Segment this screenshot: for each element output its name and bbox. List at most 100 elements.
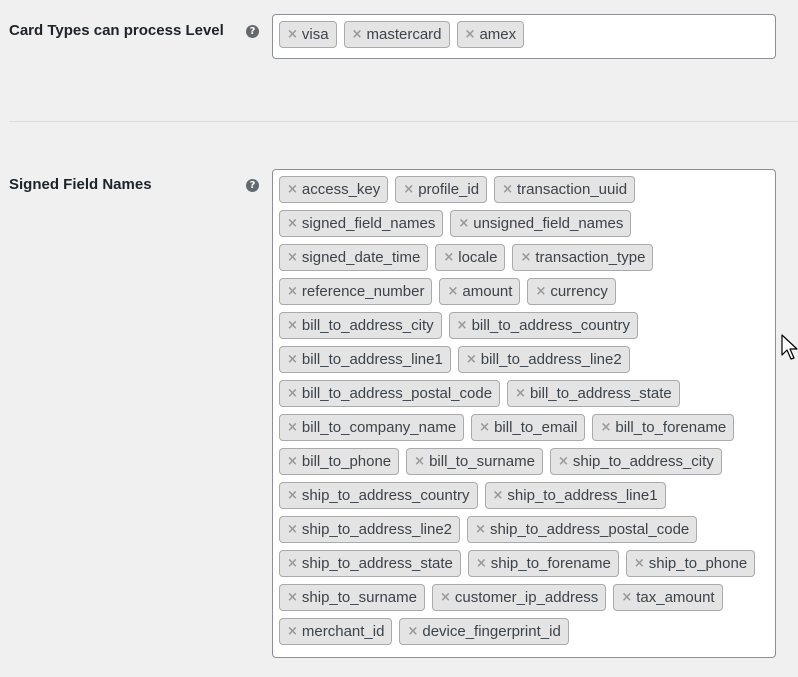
card-types-label: Card Types can process Level (9, 22, 224, 39)
close-icon[interactable]: × (352, 27, 363, 42)
tag-label: ship_to_address_postal_code (489, 521, 690, 538)
tag-label: bill_to_address_country (471, 317, 630, 334)
selected-tag: × access_key (279, 176, 389, 203)
close-icon[interactable]: × (287, 624, 298, 639)
selected-tag: × bill_to_email (471, 414, 586, 441)
close-icon[interactable]: × (621, 590, 632, 605)
selected-tag: × ship_to_address_country (279, 482, 478, 509)
tag-label: customer_ip_address (454, 589, 599, 606)
tag-label: transaction_type (535, 249, 646, 266)
close-icon[interactable]: × (535, 284, 546, 299)
tag-label: signed_field_names (301, 215, 436, 232)
selected-tag: × ship_to_phone (625, 550, 756, 577)
close-icon[interactable]: × (287, 216, 298, 231)
selected-tag: × ship_to_address_state (279, 550, 461, 577)
close-icon[interactable]: × (414, 454, 425, 469)
selected-tag: × locale (435, 244, 506, 271)
close-icon[interactable]: × (287, 420, 298, 435)
selected-tag: × profile_id (395, 176, 488, 203)
tag-label: bill_to_company_name (301, 419, 457, 436)
close-icon[interactable]: × (558, 454, 569, 469)
close-icon[interactable]: × (443, 250, 454, 265)
selected-tag: × bill_to_address_line2 (457, 346, 630, 373)
selected-tag: × bill_to_surname (406, 448, 543, 475)
selected-tag: × ship_to_address_line2 (279, 516, 461, 543)
selected-tag: × mastercard (343, 21, 450, 48)
close-icon[interactable]: × (466, 352, 477, 367)
selected-tag: × amex (456, 21, 525, 48)
close-icon[interactable]: × (600, 420, 611, 435)
close-icon[interactable]: × (515, 386, 526, 401)
close-icon[interactable]: × (287, 488, 298, 503)
tag-label: device_fingerprint_id (422, 623, 561, 640)
close-icon[interactable]: × (479, 420, 490, 435)
section-divider (9, 121, 798, 122)
close-icon[interactable]: × (407, 624, 418, 639)
tag-label: ship_to_address_state (301, 555, 453, 572)
close-icon[interactable]: × (476, 556, 487, 571)
tag-label: ship_to_address_country (301, 487, 470, 504)
tag-label: bill_to_address_line1 (301, 351, 443, 368)
selected-tag: × tax_amount (613, 584, 723, 611)
tag-label: bill_to_surname (429, 453, 535, 470)
tag-label: locale (458, 249, 498, 266)
tag-label: bill_to_address_city (301, 317, 434, 334)
close-icon[interactable]: × (634, 556, 645, 571)
close-icon[interactable]: × (287, 27, 298, 42)
tag-label: merchant_id (301, 623, 385, 640)
tag-label: unsigned_field_names (473, 215, 624, 232)
close-icon[interactable]: × (287, 352, 298, 367)
close-icon[interactable]: × (403, 182, 414, 197)
close-icon[interactable]: × (465, 27, 476, 42)
tag-label: ship_to_surname (301, 589, 417, 606)
tag-label: bill_to_forename (615, 419, 727, 436)
close-icon[interactable]: × (440, 590, 451, 605)
signed-field-names-multiselect[interactable]: × access_key × profile_id × transaction_uuid ×… (272, 169, 776, 658)
selected-tag: × customer_ip_address (431, 584, 607, 611)
selected-tag: × transaction_type (512, 244, 654, 271)
close-icon[interactable]: × (287, 522, 298, 537)
selected-tag: × device_fingerprint_id (399, 618, 569, 645)
tag-label: ship_to_address_city (572, 453, 714, 470)
close-icon[interactable]: × (287, 182, 298, 197)
close-icon[interactable]: × (475, 522, 486, 537)
close-icon[interactable]: × (458, 216, 469, 231)
close-icon[interactable]: × (457, 318, 468, 333)
tag-label: signed_date_time (301, 249, 421, 266)
help-icon[interactable]: ? (246, 179, 259, 192)
tag-label: amount (462, 283, 513, 300)
selected-tag: × currency (527, 278, 616, 305)
selected-tag: × bill_to_forename (592, 414, 735, 441)
close-icon[interactable]: × (447, 284, 458, 299)
selected-tag: × bill_to_phone (279, 448, 400, 475)
selected-tag: × transaction_uuid (494, 176, 636, 203)
close-icon[interactable]: × (493, 488, 504, 503)
tag-label: reference_number (301, 283, 425, 300)
selected-tag: × visa (279, 21, 337, 48)
selected-tag: × ship_to_address_line1 (484, 482, 666, 509)
mouse-pointer-icon (781, 334, 798, 360)
selected-tag: × bill_to_company_name (279, 414, 465, 441)
selected-tag: × signed_field_names (279, 210, 444, 237)
close-icon[interactable]: × (287, 556, 298, 571)
tag-label: bill_to_address_state (529, 385, 672, 402)
close-icon[interactable]: × (287, 284, 298, 299)
card-types-multiselect[interactable]: × visa × mastercard × amex (272, 14, 776, 59)
selected-tag: × bill_to_address_line1 (279, 346, 451, 373)
selected-tag: × bill_to_address_country (448, 312, 638, 339)
selected-tag: × ship_to_address_postal_code (467, 516, 698, 543)
close-icon[interactable]: × (502, 182, 513, 197)
help-icon[interactable]: ? (246, 25, 259, 38)
close-icon[interactable]: × (287, 250, 298, 265)
close-icon[interactable]: × (520, 250, 531, 265)
tag-label: mastercard (366, 26, 442, 43)
close-icon[interactable]: × (287, 454, 298, 469)
selected-tag: × ship_to_surname (279, 584, 425, 611)
close-icon[interactable]: × (287, 318, 298, 333)
tag-label: ship_to_forename (490, 555, 611, 572)
tag-label: access_key (301, 181, 381, 198)
close-icon[interactable]: × (287, 386, 298, 401)
close-icon[interactable]: × (287, 590, 298, 605)
selected-tag: × merchant_id (279, 618, 393, 645)
tag-label: transaction_uuid (516, 181, 628, 198)
